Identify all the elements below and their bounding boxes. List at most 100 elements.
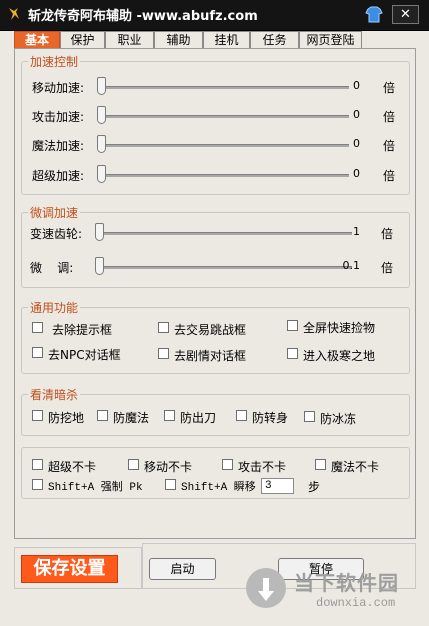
- checkbox-label: 防魔法: [113, 411, 150, 425]
- group-title: 通用功能: [28, 299, 81, 316]
- checkbox-box[interactable]: [164, 410, 175, 421]
- row-value: 0: [353, 79, 360, 92]
- slider-track[interactable]: [99, 174, 349, 177]
- row-label: 超级加速:: [32, 169, 85, 183]
- tab-web-login[interactable]: 网页登陆: [299, 31, 362, 49]
- tab-class[interactable]: 职业: [105, 31, 154, 49]
- fine-row-gear: 变速齿轮: 1 倍: [22, 222, 409, 244]
- checkbox-box[interactable]: [32, 347, 43, 358]
- window-title: 斩龙传奇阿布辅助 -www.abufz.com: [28, 9, 258, 24]
- row-label: 魔法加速:: [32, 139, 85, 153]
- tab-panel-basic: 加速控制 移动加速: 0 倍 攻击加速: 0 倍 魔法加速: 0 倍 超级加速:…: [14, 48, 416, 539]
- fine-tune-group: 微调加速 变速齿轮: 1 倍 微 调: 0.1 倍: [21, 204, 410, 288]
- teleport-unit-label: 步: [308, 480, 321, 494]
- checkbox-box[interactable]: [32, 322, 43, 333]
- checkbox-label: Shift+A 瞬移: [181, 482, 256, 494]
- row-label: 移动加速:: [32, 81, 85, 95]
- misc-group: 超级不卡 移动不卡 攻击不卡 魔法不卡 Shift+A 强制 Pk Shift+…: [21, 447, 410, 499]
- speed-row-attack: 攻击加速: 0 倍: [22, 105, 409, 127]
- checkbox-label: 全屏快速捡物: [303, 321, 376, 335]
- speed-control-group: 加速控制 移动加速: 0 倍 攻击加速: 0 倍 魔法加速: 0 倍 超级加速:…: [21, 53, 410, 195]
- slider-thumb[interactable]: [95, 257, 104, 275]
- checkbox-box[interactable]: [236, 410, 247, 421]
- main-window: 斩龙传奇阿布辅助 -www.abufz.com ✕ 基本 保护 职业 辅助 挂机…: [0, 0, 429, 626]
- slider-track[interactable]: [97, 232, 352, 235]
- checkbox-label: Shift+A 强制 Pk: [48, 482, 143, 494]
- checkbox-label: 去交易跳战框: [174, 323, 247, 337]
- row-unit: 倍: [381, 227, 394, 241]
- checkbox-box[interactable]: [165, 479, 176, 490]
- tab-autoplay[interactable]: 挂机: [203, 31, 250, 49]
- slider-thumb[interactable]: [97, 135, 106, 153]
- row-label: 微 调:: [30, 261, 74, 275]
- speed-row-magic: 魔法加速: 0 倍: [22, 134, 409, 156]
- slider-thumb[interactable]: [95, 223, 104, 241]
- slider-track[interactable]: [97, 266, 352, 269]
- save-settings-button[interactable]: 保存设置: [21, 555, 118, 583]
- tab-quest[interactable]: 任务: [250, 31, 299, 49]
- checkbox-label: 防转身: [252, 411, 289, 425]
- checkbox-box[interactable]: [97, 410, 108, 421]
- slider-track[interactable]: [99, 86, 349, 89]
- checkbox-label: 防冰冻: [320, 412, 357, 426]
- speed-row-move: 移动加速: 0 倍: [22, 76, 409, 98]
- slider-track[interactable]: [99, 115, 349, 118]
- checkbox-label: 去NPC对话框: [48, 348, 121, 362]
- checkbox-box[interactable]: [32, 459, 43, 470]
- checkbox-box[interactable]: [315, 459, 326, 470]
- row-unit: 倍: [381, 261, 394, 275]
- close-button[interactable]: ✕: [392, 5, 419, 24]
- title-bar[interactable]: 斩龙传奇阿布辅助 -www.abufz.com ✕: [0, 0, 429, 31]
- slider-thumb[interactable]: [97, 165, 106, 183]
- teleport-steps-input[interactable]: 3: [261, 478, 294, 494]
- slider-track[interactable]: [99, 144, 349, 147]
- checkbox-label: 去除提示框: [52, 323, 113, 337]
- checkbox-label: 超级不卡: [48, 460, 97, 474]
- checkbox-box[interactable]: [158, 322, 169, 333]
- watermark-url: downxia.com: [316, 596, 396, 610]
- group-title: 看清暗杀: [28, 386, 81, 403]
- row-label: 攻击加速:: [32, 110, 85, 124]
- checkbox-label: 防出刀: [180, 411, 217, 425]
- app-logo-icon: [9, 8, 19, 20]
- row-unit: 倍: [383, 110, 396, 124]
- watermark-brand: 当下软件园: [294, 571, 399, 595]
- anti-assassin-group: 看清暗杀 防挖地 防魔法 防出刀 防转身 防冰冻: [21, 386, 410, 436]
- row-value: 0: [353, 167, 360, 180]
- row-value: 0: [353, 108, 360, 121]
- start-button[interactable]: 启动: [149, 558, 216, 580]
- row-value: 0: [353, 137, 360, 150]
- checkbox-label: 魔法不卡: [331, 460, 380, 474]
- tab-protect[interactable]: 保护: [60, 31, 105, 49]
- row-value: 1: [353, 225, 360, 238]
- general-group: 通用功能 去除提示框 去交易跳战框 全屏快速捡物 去NPC对话框 去剧情对话框: [21, 299, 410, 374]
- checkbox-label: 进入极寒之地: [303, 349, 376, 363]
- checkbox-box[interactable]: [128, 459, 139, 470]
- checkbox-box[interactable]: [158, 348, 169, 359]
- fine-row-tune: 微 调: 0.1 倍: [22, 256, 409, 278]
- checkbox-label: 防挖地: [48, 411, 85, 425]
- speed-row-super: 超级加速: 0 倍: [22, 164, 409, 186]
- checkbox-box[interactable]: [32, 410, 43, 421]
- checkbox-box[interactable]: [32, 479, 43, 490]
- group-title: 加速控制: [28, 53, 81, 70]
- row-unit: 倍: [383, 139, 396, 153]
- row-value: 0.1: [342, 259, 361, 272]
- checkbox-label: 移动不卡: [144, 460, 193, 474]
- download-logo-icon: [246, 568, 286, 608]
- checkbox-label: 去剧情对话框: [174, 349, 247, 363]
- tab-assist[interactable]: 辅助: [154, 31, 203, 49]
- checkbox-box[interactable]: [304, 411, 315, 422]
- checkbox-label: 攻击不卡: [238, 460, 287, 474]
- checkbox-box[interactable]: [222, 459, 233, 470]
- checkbox-box[interactable]: [287, 320, 298, 331]
- checkbox-box[interactable]: [287, 348, 298, 359]
- close-icon: ✕: [400, 7, 411, 22]
- slider-thumb[interactable]: [97, 106, 106, 124]
- skin-icon[interactable]: [363, 5, 385, 24]
- row-unit: 倍: [383, 169, 396, 183]
- slider-thumb[interactable]: [97, 77, 106, 95]
- group-title: 微调加速: [28, 204, 81, 221]
- row-label: 变速齿轮:: [30, 227, 83, 241]
- down-arrow-icon: [258, 578, 274, 601]
